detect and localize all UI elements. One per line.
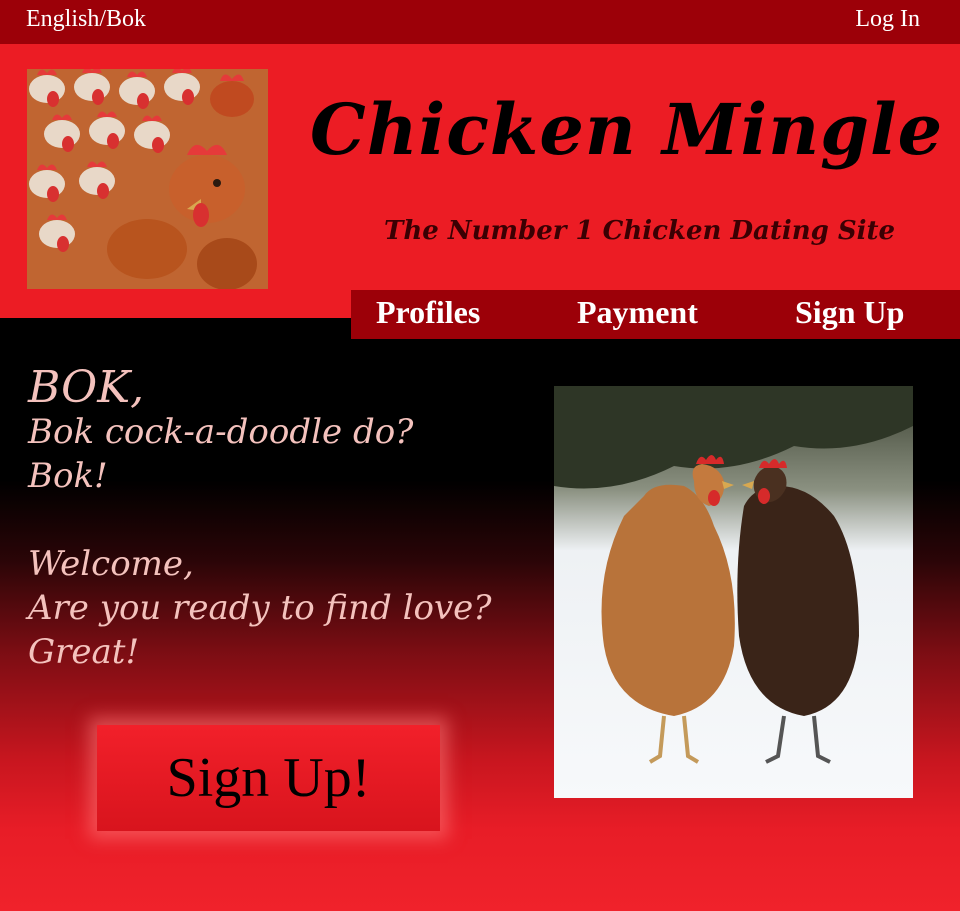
login-link[interactable]: Log In (855, 6, 920, 33)
top-bar: English/Bok Log In (0, 0, 960, 44)
flock-logo-image (27, 69, 268, 289)
welcome-line: Bok! (28, 456, 108, 496)
sign-up-button[interactable]: Sign Up! (97, 725, 440, 831)
main-nav: Profiles Payment Sign Up (351, 290, 960, 339)
nav-sign-up[interactable]: Sign Up (795, 294, 904, 331)
site-tagline: The Number 1 Chicken Dating Site (384, 216, 896, 246)
nav-payment[interactable]: Payment (577, 294, 698, 331)
language-switch-link[interactable]: English/Bok (26, 6, 146, 33)
welcome-line: Bok cock-a-doodle do? (28, 412, 414, 452)
chicken-couple-photo (554, 386, 913, 798)
welcome-line: BOK, (28, 362, 145, 413)
welcome-line: Welcome, (28, 544, 194, 584)
welcome-line: Great! (28, 632, 140, 672)
welcome-message: BOK, Bok cock-a-doodle do? Bok! Welcome,… (28, 366, 492, 674)
welcome-spacer (28, 498, 492, 542)
welcome-line: Are you ready to find love? (28, 588, 492, 628)
site-title: Chicken Mingle (310, 88, 944, 171)
nav-profiles[interactable]: Profiles (376, 294, 480, 331)
